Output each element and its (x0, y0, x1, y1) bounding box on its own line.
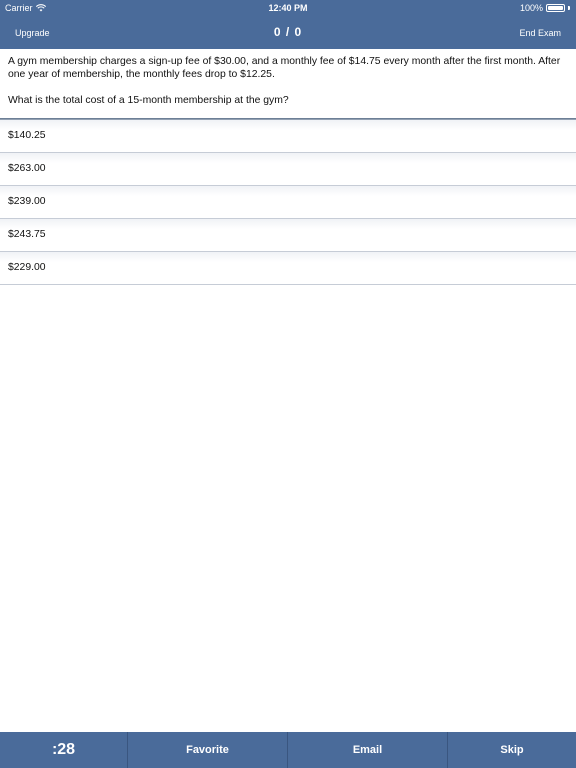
question-text: A gym membership charges a sign-up fee o… (8, 56, 561, 80)
bottom-toolbar: :28 Favorite Email Skip (0, 732, 576, 768)
page-title: 0 / 0 (273, 25, 303, 39)
question-panel: A gym membership charges a sign-up fee o… (0, 49, 576, 119)
answer-option-1[interactable]: $140.25 (0, 120, 576, 153)
answer-list: $140.25 $263.00 $239.00 $243.75 $229.00 (0, 120, 576, 285)
battery-group: 100% (520, 3, 570, 13)
answer-option-2[interactable]: $263.00 (0, 153, 576, 186)
end-exam-button[interactable]: End Exam (519, 28, 561, 38)
nav-bar: Upgrade 0 / 0 End Exam (0, 16, 576, 49)
question-prompt: What is the total cost of a 15-month mem… (8, 95, 289, 106)
email-button[interactable]: Email (288, 732, 448, 768)
answer-option-5[interactable]: $229.00 (0, 252, 576, 285)
clock: 12:40 PM (268, 3, 308, 13)
battery-fill (548, 6, 563, 10)
skip-button[interactable]: Skip (448, 732, 576, 768)
answer-option-4[interactable]: $243.75 (0, 219, 576, 252)
header: Carrier 12:40 PM 100% Upgrade 0 / 0 End … (0, 0, 576, 49)
battery-tip (568, 6, 570, 10)
favorite-button[interactable]: Favorite (128, 732, 288, 768)
battery-percent: 100% (519, 3, 543, 13)
answer-option-3[interactable]: $239.00 (0, 186, 576, 219)
battery-icon (546, 4, 565, 12)
status-bar: Carrier 12:40 PM 100% (0, 0, 576, 16)
timer-button[interactable]: :28 (0, 732, 128, 768)
